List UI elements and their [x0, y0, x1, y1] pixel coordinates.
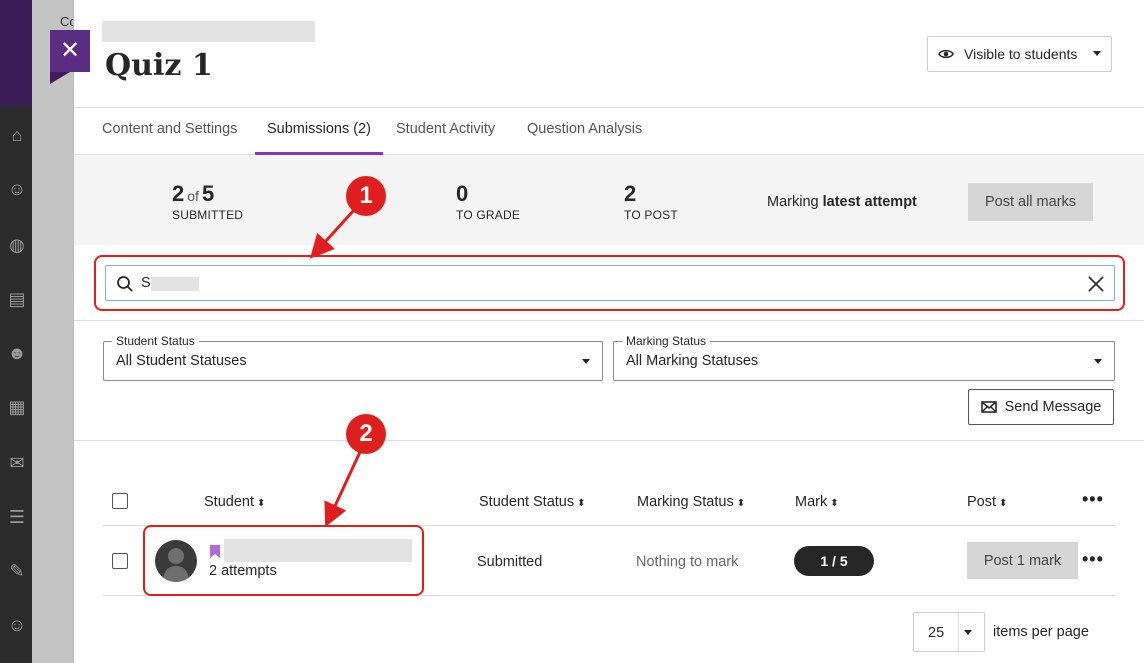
annotation-arrows: [309, 208, 362, 528]
annotation-arrow-2: [324, 451, 362, 528]
close-panel-button[interactable]: ✕: [50, 30, 90, 84]
annotation-arrow-1: [309, 208, 356, 259]
close-icon: ✕: [59, 37, 81, 64]
